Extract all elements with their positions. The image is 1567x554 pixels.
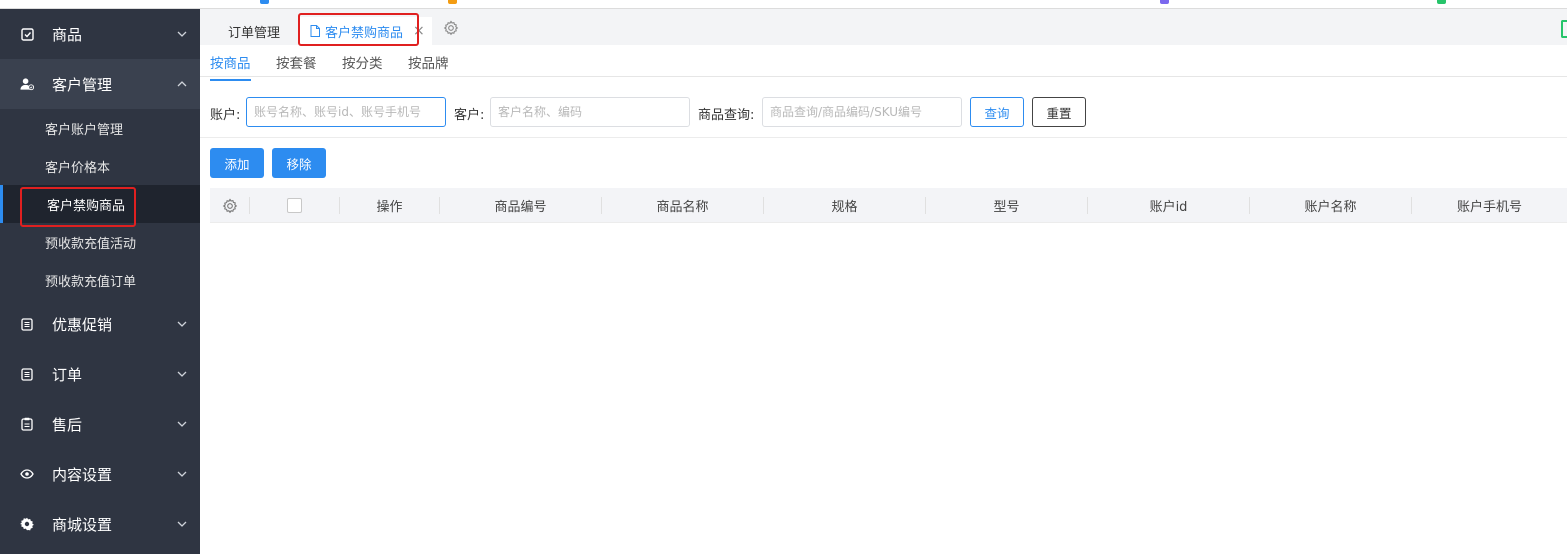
subtab-by-product[interactable]: 按商品 xyxy=(210,52,251,81)
eye-icon xyxy=(20,467,34,481)
sidebar-item-label: 客户价格本 xyxy=(45,160,111,176)
sidebar-group-label: 售后 xyxy=(52,415,83,434)
remove-button[interactable]: 移除 xyxy=(272,148,326,178)
query-button[interactable]: 查询 xyxy=(970,97,1024,127)
sidebar-item-customer-accounts[interactable]: 客户账户管理 xyxy=(0,109,200,147)
column-header-account-id: 账户id xyxy=(1149,200,1188,215)
column-header-action: 操作 xyxy=(376,200,403,215)
subtab-by-category[interactable]: 按分类 xyxy=(342,52,383,72)
settings-gear-icon[interactable] xyxy=(443,20,459,36)
tab-label: 客户禁购商品 xyxy=(325,25,404,41)
chevron-down-icon xyxy=(177,31,187,37)
sidebar-group-label: 优惠促销 xyxy=(52,315,113,334)
user-icon xyxy=(20,77,34,91)
chevron-up-icon xyxy=(177,81,187,87)
page-tab-bar: 订单管理 客户禁购商品 × xyxy=(200,9,1567,45)
sidebar-group-content-settings[interactable]: 内容设置 xyxy=(0,449,200,499)
tab-customer-banned-products[interactable]: 客户禁购商品 × xyxy=(300,17,432,45)
sidebar-group-label: 订单 xyxy=(52,365,83,384)
document-icon xyxy=(310,25,320,37)
clipboard-icon xyxy=(20,417,34,431)
column-header-spec: 规格 xyxy=(831,200,858,215)
table-header: 操作 商品编号 商品名称 规格 型号 账户id 账户名称 账户手机号 xyxy=(210,188,1567,223)
sidebar-group-mall-settings[interactable]: 商城设置 xyxy=(0,499,200,549)
sidebar-item-prepaid-recharge-activity[interactable]: 预收款充值活动 xyxy=(0,223,200,261)
sidebar-group-promotions[interactable]: 优惠促销 xyxy=(0,299,200,349)
edge-indicator xyxy=(1561,20,1567,38)
account-search-input[interactable] xyxy=(246,97,446,127)
sidebar-item-label: 客户禁购商品 xyxy=(47,198,126,214)
chevron-down-icon xyxy=(177,471,187,477)
select-all-checkbox[interactable] xyxy=(287,198,302,213)
column-header-account-name: 账户名称 xyxy=(1304,200,1357,215)
column-settings[interactable] xyxy=(210,188,249,223)
sidebar-item-prepaid-recharge-orders[interactable]: 预收款充值订单 xyxy=(0,261,200,299)
filter-bar: 账户: 客户: 商品查询: 查询 重置 xyxy=(200,77,1567,138)
bookmark-marker xyxy=(260,0,269,4)
sidebar-item-label: 客户账户管理 xyxy=(45,122,124,138)
subtab-by-brand[interactable]: 按品牌 xyxy=(408,52,449,72)
bookmark-marker xyxy=(448,0,457,4)
chevron-down-icon xyxy=(177,321,187,327)
product-query-input[interactable] xyxy=(762,97,962,127)
sidebar-item-label: 预收款充值订单 xyxy=(45,274,137,290)
column-header-product-code: 商品编号 xyxy=(494,200,547,215)
sidebar-group-customer-management[interactable]: 客户管理 xyxy=(0,59,200,109)
bookmark-marker xyxy=(1437,0,1446,4)
sidebar-item-customer-price-book[interactable]: 客户价格本 xyxy=(0,147,200,185)
checkbox-icon xyxy=(20,27,34,41)
account-label: 账户: xyxy=(210,108,241,123)
add-button[interactable]: 添加 xyxy=(210,148,264,178)
close-icon[interactable]: × xyxy=(413,23,425,39)
sidebar-item-customer-banned-products[interactable]: 客户禁购商品 xyxy=(0,185,200,223)
tab-order-management[interactable]: 订单管理 xyxy=(228,17,280,45)
sidebar-group-after-sales[interactable]: 售后 xyxy=(0,399,200,449)
product-query-label: 商品查询: xyxy=(698,108,755,123)
chevron-down-icon xyxy=(177,421,187,427)
settings-gear-icon[interactable] xyxy=(222,198,238,214)
bookmark-marker xyxy=(1160,0,1169,4)
column-header-product-name: 商品名称 xyxy=(656,200,709,215)
sub-tab-bar: 按商品 按套餐 按分类 按品牌 xyxy=(200,45,1567,81)
browser-top-strip xyxy=(0,0,1567,9)
list-icon xyxy=(20,367,34,381)
sidebar-group-label: 商品 xyxy=(52,25,83,44)
chevron-down-icon xyxy=(177,521,187,527)
sidebar-group-label: 商城设置 xyxy=(52,515,113,534)
customer-search-input[interactable] xyxy=(490,97,690,127)
gear-icon xyxy=(20,517,34,531)
sidebar: 商品 客户管理 客户账户管理 客户价格本 客户禁购商品 预收款充值活动 预收款充… xyxy=(0,9,200,554)
column-header-account-phone: 账户手机号 xyxy=(1456,200,1522,215)
subtab-by-package[interactable]: 按套餐 xyxy=(276,52,317,72)
chevron-down-icon xyxy=(177,371,187,377)
sidebar-group-label: 客户管理 xyxy=(52,75,113,94)
sidebar-group-products[interactable]: 商品 xyxy=(0,9,200,59)
column-header-model: 型号 xyxy=(993,200,1020,215)
sidebar-group-orders[interactable]: 订单 xyxy=(0,349,200,399)
reset-button[interactable]: 重置 xyxy=(1032,97,1086,127)
sidebar-item-label: 预收款充值活动 xyxy=(45,236,137,252)
select-all-cell xyxy=(250,188,339,223)
customer-label: 客户: xyxy=(454,108,485,123)
tab-label: 订单管理 xyxy=(228,25,281,41)
list-icon xyxy=(20,317,34,331)
sidebar-group-label: 内容设置 xyxy=(52,465,113,484)
